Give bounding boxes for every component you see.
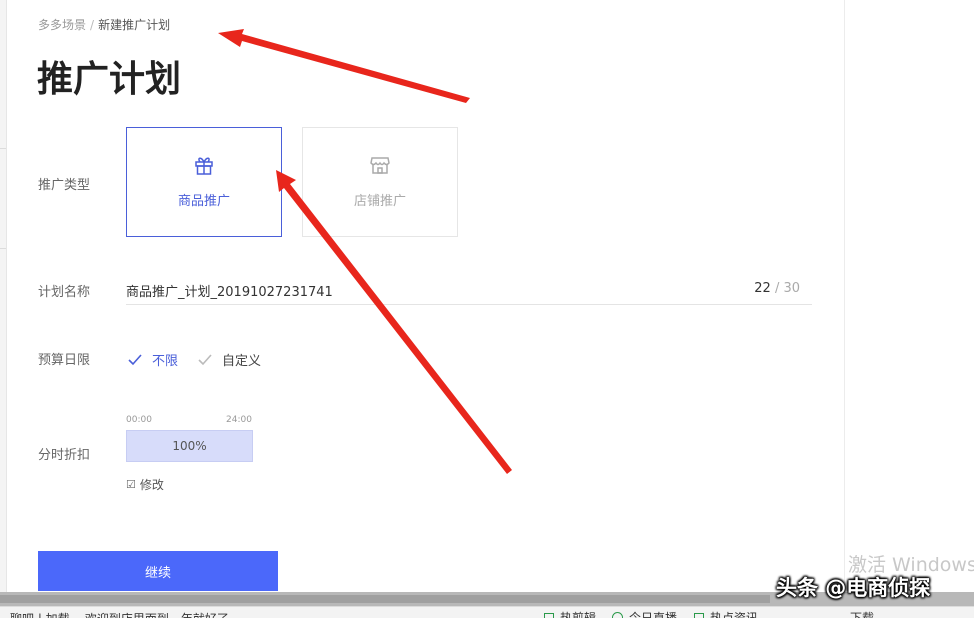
time-discount-bar[interactable]: 100%	[126, 430, 253, 462]
time-discount-label: 分时折扣	[38, 444, 90, 463]
budget-unlimited-option[interactable]: 不限	[128, 350, 178, 369]
continue-button[interactable]: 继续	[38, 551, 278, 591]
edit-icon: ☑	[126, 478, 136, 491]
promo-type-product-label: 商品推广	[178, 190, 230, 209]
time-start-label: 00:00	[126, 415, 152, 425]
store-icon	[369, 154, 391, 176]
page-title: 推广计划	[37, 56, 181, 104]
budget-unlimited-label: 不限	[152, 350, 178, 369]
modify-label: 修改	[140, 476, 164, 493]
promo-type-store-label: 店铺推广	[354, 190, 406, 209]
plan-name-max: / 30	[775, 281, 800, 296]
check-icon	[198, 354, 212, 366]
time-discount-value: 100%	[172, 439, 206, 453]
breadcrumb: 多多场景 / 新建推广计划	[38, 16, 170, 33]
promo-type-product-card[interactable]: 商品推广	[126, 127, 282, 237]
annotation-arrow	[218, 29, 470, 103]
plan-name-counter: 22 / 30	[754, 281, 800, 296]
breadcrumb-current: 新建推广计划	[98, 18, 170, 32]
breadcrumb-parent[interactable]: 多多场景	[38, 18, 86, 32]
plan-name-value[interactable]: 商品推广_计划_20191027231741	[126, 281, 333, 300]
live-icon	[612, 612, 623, 618]
time-end-label: 24:00	[226, 415, 252, 425]
clip-icon	[544, 613, 554, 618]
plan-name-input[interactable]: 商品推广_计划_20191027231741 22 / 30	[126, 278, 812, 305]
right-panel	[844, 0, 974, 592]
budget-label: 预算日限	[38, 349, 90, 368]
news-icon	[694, 613, 704, 618]
plan-name-count: 22	[754, 281, 771, 296]
breadcrumb-separator: /	[90, 18, 94, 32]
left-sidebar-strip	[0, 0, 7, 592]
budget-custom-label: 自定义	[222, 350, 261, 369]
watermark: 头条 @电商侦探	[776, 572, 930, 602]
check-icon	[128, 354, 142, 366]
budget-custom-option[interactable]: 自定义	[198, 350, 261, 369]
status-bar: 聊吧 | 加载... 欢迎到店里面到一年就好了 热剪辑 今日直播 热点资讯 下载	[0, 606, 974, 618]
modify-button[interactable]: ☑ 修改	[126, 476, 164, 493]
scrollbar-thumb[interactable]	[0, 595, 770, 603]
promo-type-label: 推广类型	[38, 174, 90, 193]
gift-icon	[193, 154, 215, 176]
plan-name-label: 计划名称	[38, 281, 90, 300]
promo-type-store-card[interactable]: 店铺推广	[302, 127, 458, 237]
